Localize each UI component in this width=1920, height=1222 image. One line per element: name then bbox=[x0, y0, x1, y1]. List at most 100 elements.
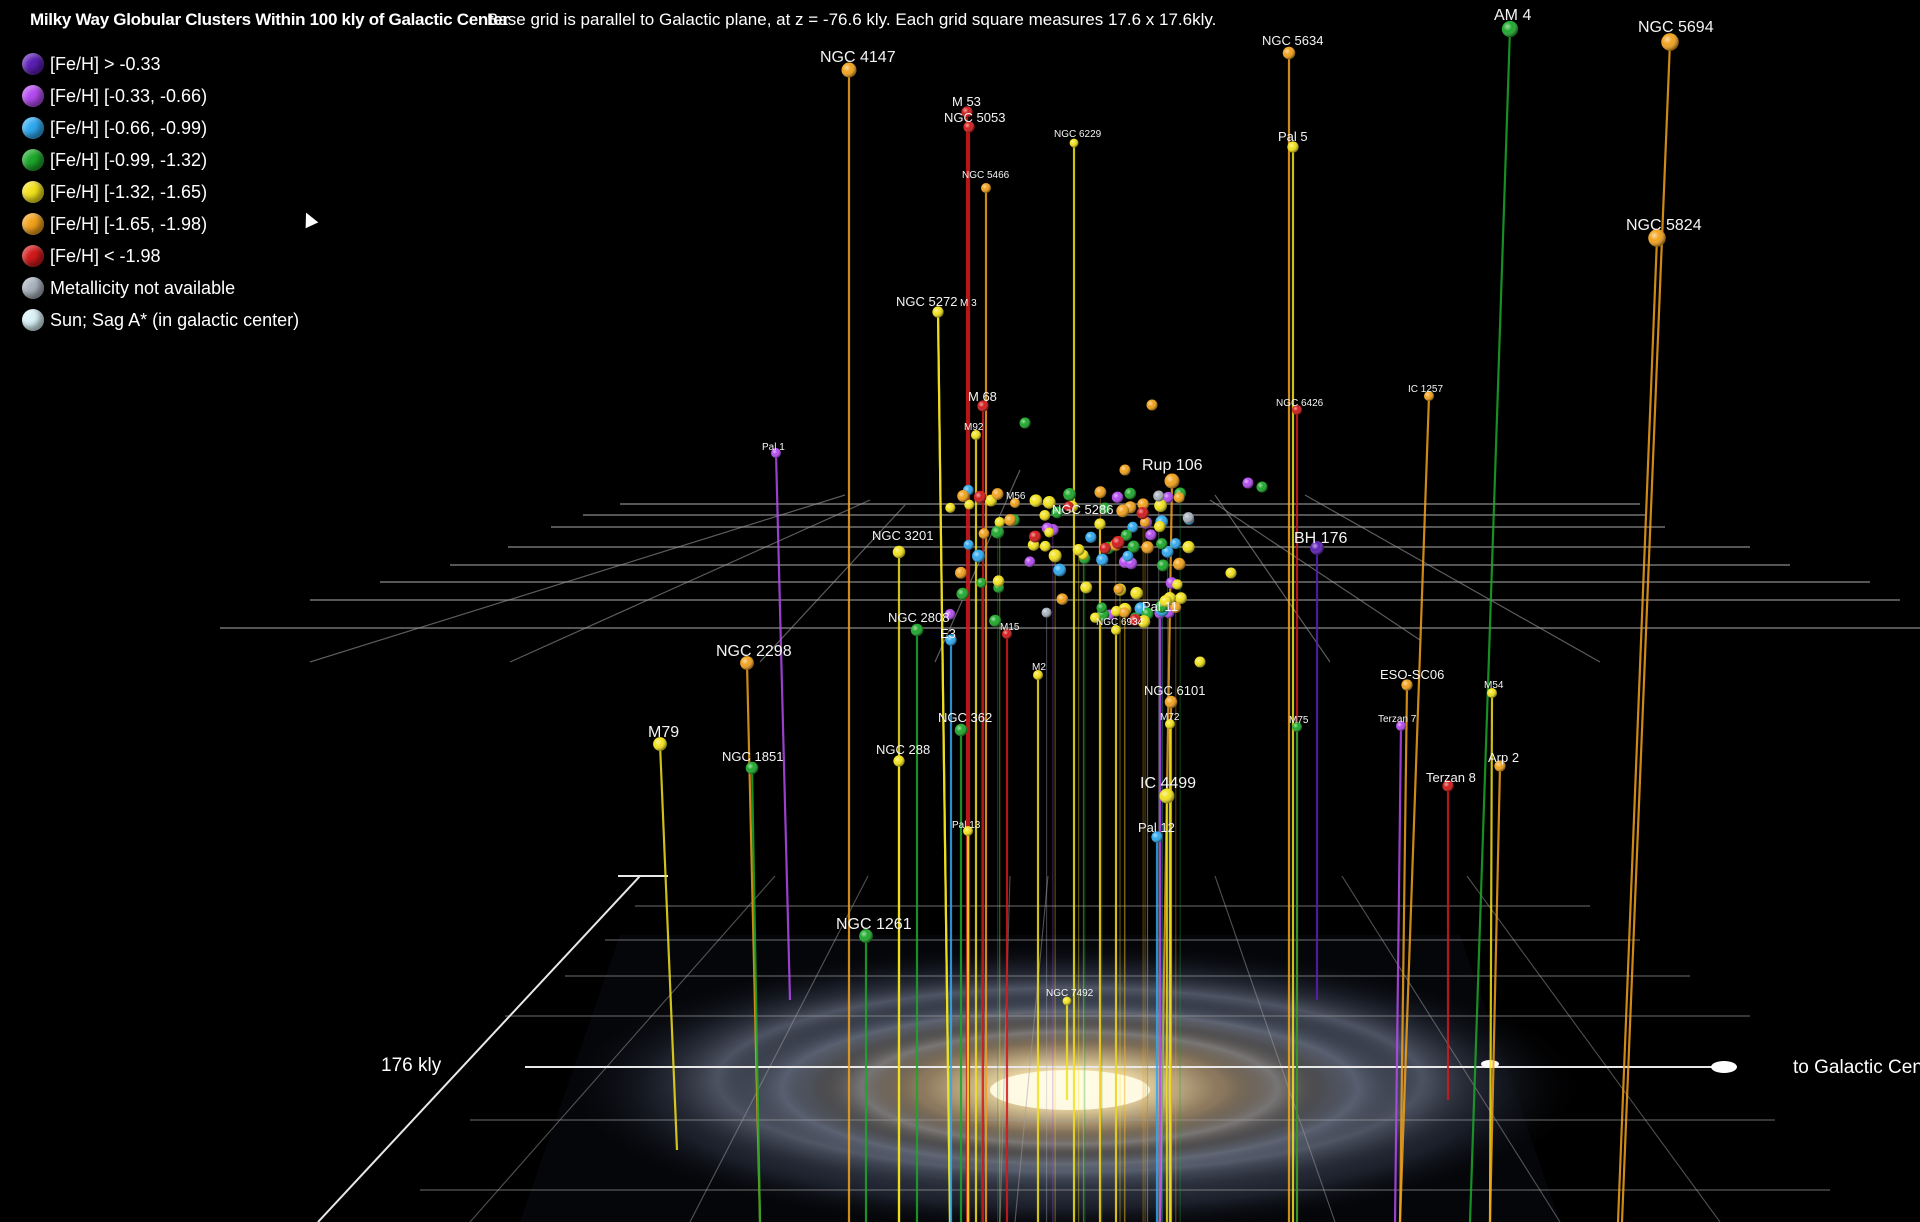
cluster-label: NGC 3201 bbox=[872, 528, 933, 543]
cluster-label: E3 bbox=[940, 626, 956, 641]
cluster-label: M56 bbox=[1006, 491, 1026, 502]
cluster-point bbox=[1072, 543, 1085, 556]
page-title: Milky Way Globular Clusters Within 100 k… bbox=[30, 10, 509, 29]
cluster-label: NGC 5466 bbox=[962, 170, 1010, 181]
cluster-point bbox=[1113, 583, 1124, 595]
cluster-point bbox=[1029, 530, 1041, 543]
cluster-point bbox=[945, 502, 956, 513]
legend-item: [Fe/H] [-1.65, -1.98) bbox=[22, 208, 299, 240]
cluster-label: Pal 5 bbox=[1278, 129, 1308, 144]
cluster-point bbox=[1146, 399, 1158, 411]
cluster-point bbox=[1173, 492, 1185, 504]
cluster-point bbox=[892, 545, 906, 559]
legend-swatch-icon bbox=[22, 277, 44, 299]
cluster-label: Terzan 8 bbox=[1426, 770, 1476, 785]
cluster-point bbox=[1282, 46, 1296, 60]
legend-item: [Fe/H] < -1.98 bbox=[22, 240, 299, 272]
cluster-label: NGC 2298 bbox=[716, 643, 792, 660]
cluster-point bbox=[963, 539, 974, 551]
legend-item: Metallicity not available bbox=[22, 272, 299, 304]
cluster-label: NGC 5286 bbox=[1052, 502, 1113, 517]
cluster-point bbox=[1182, 512, 1195, 524]
cluster-label: M54 bbox=[1484, 680, 1504, 691]
cluster-label: ESO-SC06 bbox=[1380, 667, 1444, 682]
cluster-label: BH 176 bbox=[1294, 530, 1347, 547]
page-subtitle: Base grid is parallel to Galactic plane,… bbox=[487, 10, 1217, 29]
legend-label: [Fe/H] [-1.65, -1.98) bbox=[50, 213, 208, 234]
cluster-label: NGC 288 bbox=[876, 742, 930, 757]
legend-label: [Fe/H] [-0.66, -0.99) bbox=[50, 117, 208, 138]
cluster-label: Rup 106 bbox=[1142, 457, 1203, 474]
cluster-point bbox=[994, 516, 1005, 528]
cluster-point bbox=[1096, 602, 1108, 614]
cluster-point bbox=[1085, 531, 1097, 543]
scale-label: 176 kly bbox=[381, 1055, 442, 1076]
legend-swatch-icon bbox=[22, 117, 44, 139]
cluster-label: Arp 2 bbox=[1488, 750, 1519, 765]
grid-line bbox=[509, 499, 871, 663]
cluster-point bbox=[1041, 607, 1052, 618]
cluster-point bbox=[1056, 593, 1069, 605]
cluster-point bbox=[1124, 487, 1137, 500]
cluster-label: Pal 12 bbox=[1138, 820, 1175, 835]
cluster-point bbox=[1096, 553, 1109, 566]
cluster-stem bbox=[1616, 237, 1659, 1222]
cluster-label: M15 bbox=[1000, 622, 1020, 633]
grid-line bbox=[1209, 499, 1421, 641]
legend-label: [Fe/H] > -0.33 bbox=[50, 53, 161, 74]
cluster-point bbox=[1256, 481, 1268, 493]
legend-swatch-icon bbox=[22, 245, 44, 267]
cluster-point bbox=[1173, 557, 1186, 571]
cluster-label: Pal 11 bbox=[1142, 599, 1178, 614]
cluster-point bbox=[1153, 490, 1165, 502]
cluster-point bbox=[955, 566, 967, 579]
cluster-point bbox=[991, 488, 1004, 500]
cluster-point bbox=[1182, 540, 1195, 554]
cluster-point bbox=[1053, 563, 1067, 577]
cluster-label: NGC 7492 bbox=[1046, 988, 1094, 999]
cluster-label: NGC 5272 bbox=[896, 294, 957, 309]
legend-item: [Fe/H] [-0.33, -0.66) bbox=[22, 80, 299, 112]
cluster-point bbox=[1130, 586, 1143, 600]
cluster-point bbox=[1080, 581, 1093, 594]
cluster-point bbox=[1044, 527, 1055, 538]
cluster-label: M 53 bbox=[952, 94, 981, 109]
cluster-point bbox=[1164, 473, 1180, 489]
cluster-point bbox=[956, 587, 969, 600]
cluster-point bbox=[1194, 656, 1206, 668]
legend-swatch-icon bbox=[22, 53, 44, 75]
cluster-point bbox=[1094, 486, 1107, 499]
cluster-point bbox=[1242, 477, 1254, 489]
cluster-label: NGC 6426 bbox=[1276, 398, 1324, 409]
legend-swatch-icon bbox=[22, 149, 44, 171]
legend-label: [Fe/H] < -1.98 bbox=[50, 245, 161, 266]
cluster-label: NGC 5053 bbox=[944, 110, 1005, 125]
legend-label: [Fe/H] [-0.99, -1.32) bbox=[50, 149, 208, 170]
cluster-label: AM 4 bbox=[1494, 7, 1531, 24]
cluster-point bbox=[1039, 509, 1051, 521]
cluster-point bbox=[973, 490, 987, 504]
cluster-label: M92 bbox=[964, 422, 984, 433]
cluster-label: Pal 13 bbox=[952, 820, 981, 831]
cluster-point bbox=[1172, 579, 1183, 590]
cluster-label: M75 bbox=[1289, 715, 1309, 726]
cluster-point bbox=[1127, 540, 1140, 553]
cluster-label: NGC 6934 bbox=[1096, 617, 1144, 628]
cluster-point bbox=[1154, 499, 1167, 513]
cluster-point bbox=[1111, 535, 1125, 549]
cluster-point bbox=[991, 525, 1005, 539]
cluster-point bbox=[1156, 538, 1168, 550]
grid-line bbox=[1214, 494, 1331, 663]
cluster-point bbox=[1094, 518, 1106, 530]
cluster-point bbox=[1136, 507, 1149, 520]
cluster-point bbox=[1048, 549, 1062, 563]
cluster-labels: NGC 4147 M 53NGC 5053 NGC 6229 NGC 5466 NGC … bbox=[648, 7, 1714, 999]
cluster-point bbox=[1024, 556, 1036, 568]
cluster-label: IC 1257 bbox=[1408, 384, 1443, 395]
cluster-point bbox=[1029, 494, 1043, 508]
legend-swatch-icon bbox=[22, 309, 44, 331]
cluster-point bbox=[1116, 504, 1130, 518]
legend-item: [Fe/H] [-0.66, -0.99) bbox=[22, 112, 299, 144]
cluster-label: IC 4499 bbox=[1140, 775, 1196, 792]
legend-item: Sun; Sag A* (in galactic center) bbox=[22, 304, 299, 336]
